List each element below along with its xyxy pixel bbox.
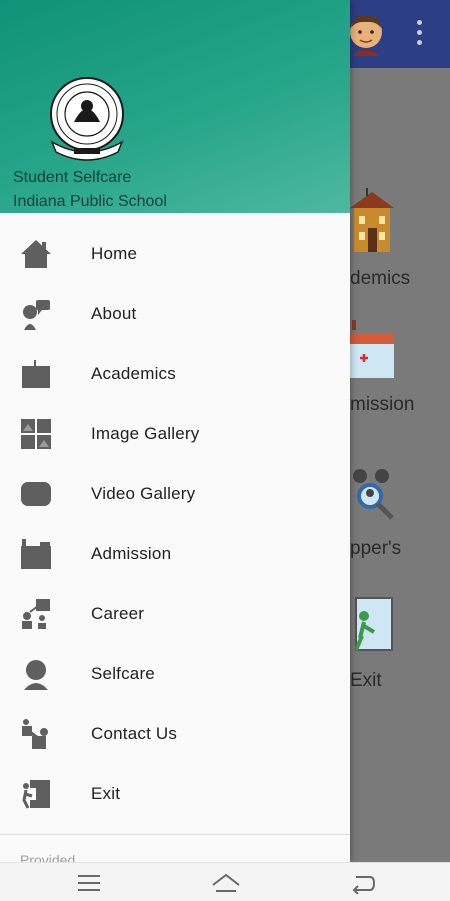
- menu-item-label: About: [91, 304, 137, 323]
- menu-item-label: Home: [91, 244, 138, 263]
- home-icon: [21, 240, 51, 268]
- menu-item-label: Contact Us: [91, 724, 178, 743]
- menu-item-label: Exit: [91, 784, 121, 803]
- selfcare-icon: [24, 660, 48, 690]
- navigation-drawer: Student Selfcare Indiana Public School H…: [0, 0, 350, 862]
- menu-item-contact-us[interactable]: Contact Us: [0, 704, 350, 764]
- career-icon: [22, 599, 50, 629]
- menu-item-label: Video Gallery: [91, 484, 196, 503]
- menu-item-label: Academics: [91, 364, 176, 383]
- school-logo: [50, 77, 124, 161]
- menu-icon[interactable]: [76, 872, 102, 894]
- exit-icon: [22, 780, 50, 809]
- about-icon: [23, 300, 50, 330]
- admission-calendar-icon: [350, 320, 394, 378]
- menu-item-label: Admission: [91, 544, 172, 563]
- drawer-header-title: Student Selfcare: [13, 169, 132, 186]
- exit-door-icon: [354, 597, 393, 651]
- drawer-header-subtitle: Indiana Public School: [13, 193, 167, 210]
- toppers-search-icon: [353, 469, 394, 520]
- contact-us-icon: [22, 719, 48, 749]
- system-navigation-bar: [0, 862, 450, 901]
- drawer-header: Student Selfcare Indiana Public School: [0, 0, 350, 213]
- background-tile-label: mission: [350, 394, 415, 415]
- background-tile-label: Exit: [350, 670, 382, 691]
- menu-item-home[interactable]: Home: [0, 224, 350, 284]
- background-tile-label: demics: [350, 268, 411, 289]
- admission-icon: [21, 539, 51, 569]
- drawer-menu: Home About Academics Image Gallery Video…: [0, 224, 350, 824]
- menu-item-exit[interactable]: Exit: [0, 764, 350, 824]
- image-gallery-icon: [21, 419, 51, 449]
- menu-item-label: Selfcare: [91, 664, 155, 683]
- menu-item-career[interactable]: Career: [0, 584, 350, 644]
- back-icon[interactable]: [350, 872, 376, 894]
- home-icon[interactable]: [211, 872, 241, 894]
- menu-item-academics[interactable]: Academics: [0, 344, 350, 404]
- video-gallery-icon: [21, 482, 51, 506]
- menu-item-image-gallery[interactable]: Image Gallery: [0, 404, 350, 464]
- menu-item-video-gallery[interactable]: Video Gallery: [0, 464, 350, 524]
- menu-item-selfcare[interactable]: Selfcare: [0, 644, 350, 704]
- menu-item-about[interactable]: About: [0, 284, 350, 344]
- school-building-icon: [350, 188, 394, 252]
- background-tile-label: pper's: [350, 538, 402, 559]
- academics-icon: [22, 360, 50, 388]
- menu-item-label: Image Gallery: [91, 424, 200, 443]
- user-avatar-icon[interactable]: [348, 10, 384, 56]
- menu-item-admission[interactable]: Admission: [0, 524, 350, 584]
- overflow-menu-icon[interactable]: [414, 20, 426, 50]
- menu-item-label: Career: [91, 604, 145, 623]
- drawer-footer-text: Provided: [20, 852, 76, 862]
- drawer-divider: [0, 834, 350, 835]
